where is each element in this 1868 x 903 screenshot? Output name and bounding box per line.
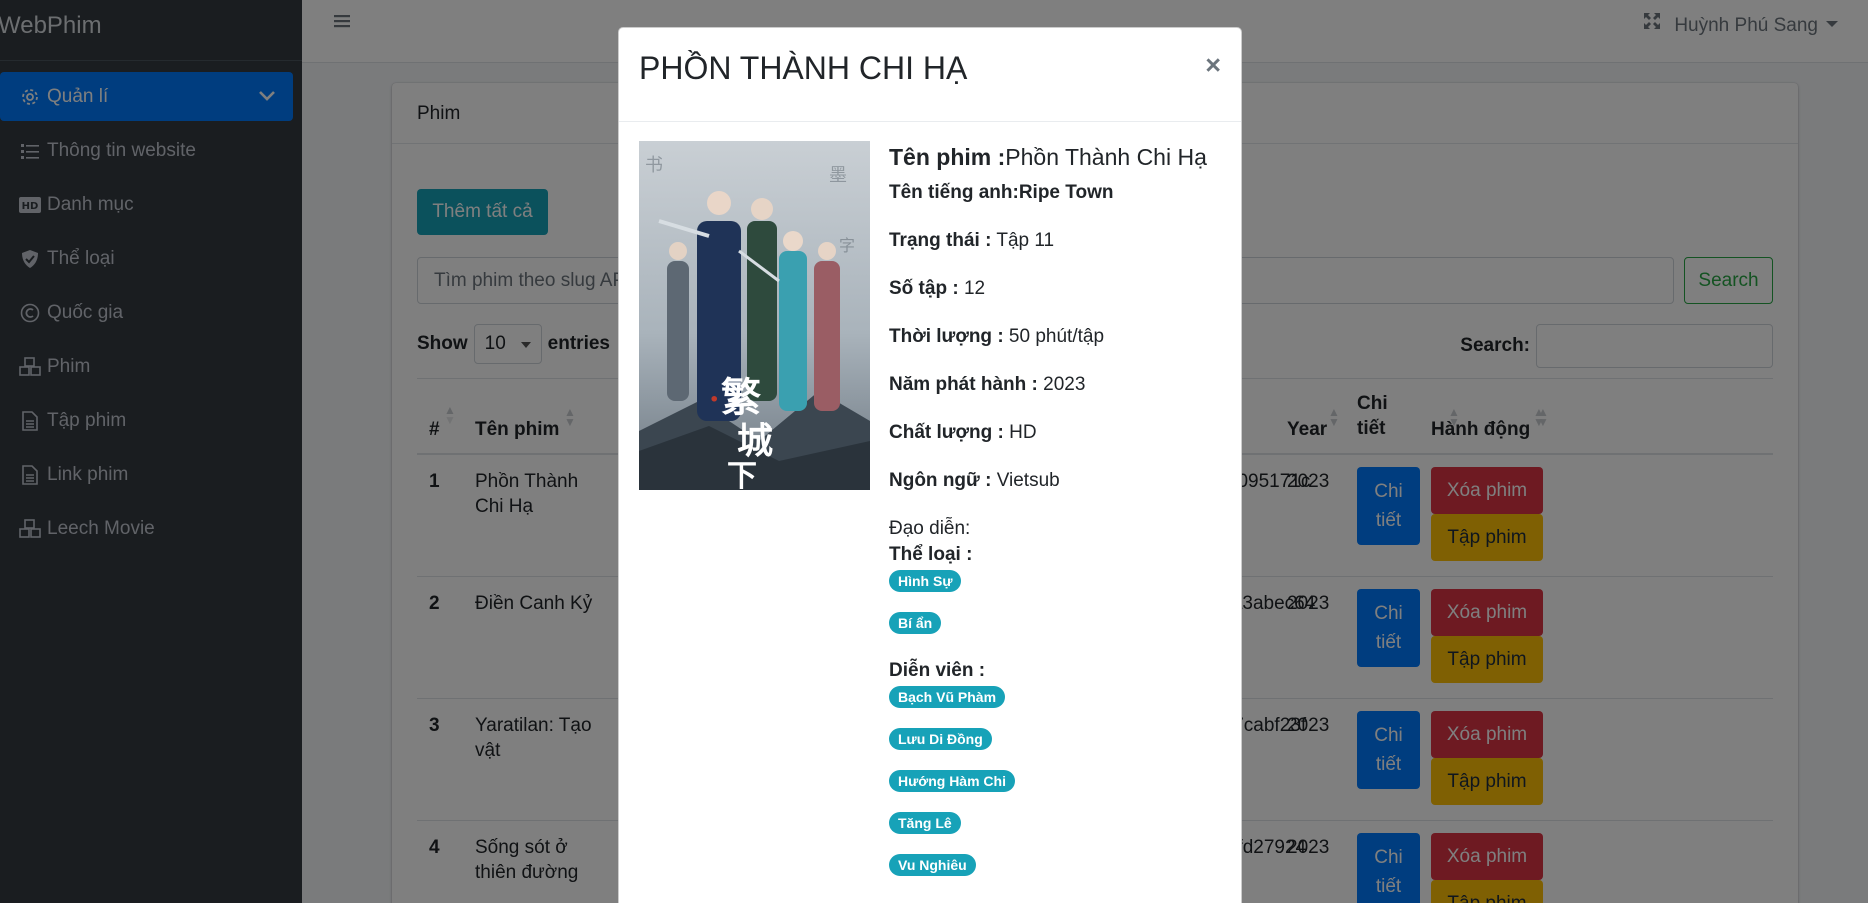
cast-badge[interactable]: Bạch Vũ Phàm (889, 686, 1006, 708)
genre-row: Bí ẩn (889, 608, 1229, 650)
cast-row: Vu Nghiêu (889, 850, 1229, 892)
svg-text:墨: 墨 (829, 165, 847, 186)
duration: Thời lượng : 50 phút/tập (889, 326, 1105, 347)
episode-count: Số tập : 12 (889, 278, 986, 299)
modal-header: PHỒN THÀNH CHI HẠ × (619, 28, 1241, 122)
cast-label: Diễn viên : (889, 660, 986, 681)
language: Ngôn ngữ : Vietsub (889, 470, 1060, 491)
genre-label: Thể loại : (889, 544, 973, 565)
director: Đạo diễn: (889, 518, 971, 539)
movie-detail-modal: PHỒN THÀNH CHI HẠ × 书 墨字 繁 城 下 · Tên phim… (618, 27, 1242, 903)
cast-badge[interactable]: Hướng Hàm Chi (889, 770, 1015, 792)
svg-text:书: 书 (645, 155, 663, 176)
genre-row: Hình Sự (889, 566, 1229, 608)
movie-poster: 书 墨字 繁 城 下 · (639, 141, 870, 494)
svg-text:城: 城 (737, 420, 773, 462)
svg-text:·: · (709, 382, 719, 417)
quality: Chất lượng : HD (889, 422, 1037, 443)
cast-row: Bạch Vũ Phàm (889, 682, 1229, 724)
svg-text:繁: 繁 (721, 374, 761, 421)
close-icon[interactable]: × (1205, 50, 1221, 81)
movie-info: Tên phim :Phồn Thành Chi Hạ Tên tiếng an… (889, 144, 1229, 892)
cast-row: Lưu Di Đồng (889, 724, 1229, 766)
release-year: Năm phát hành : 2023 (889, 374, 1086, 395)
cast-badge[interactable]: Vu Nghiêu (889, 854, 976, 876)
movie-name: Tên phim :Phồn Thành Chi Hạ (889, 144, 1207, 170)
cast-badge[interactable]: Tăng Lê (889, 812, 961, 834)
cast-badge[interactable]: Lưu Di Đồng (889, 728, 992, 750)
status: Trạng thái : Tập 11 (889, 230, 1055, 251)
svg-text:下: 下 (727, 459, 757, 490)
modal-title: PHỒN THÀNH CHI HẠ (639, 50, 968, 86)
genre-badge[interactable]: Bí ẩn (889, 612, 942, 634)
svg-text:字: 字 (839, 236, 855, 255)
genre-badge[interactable]: Hình Sự (889, 570, 962, 592)
english-name: Tên tiếng anh:Ripe Town (889, 182, 1114, 203)
cast-row: Tăng Lê (889, 808, 1229, 850)
cast-row: Hướng Hàm Chi (889, 766, 1229, 808)
